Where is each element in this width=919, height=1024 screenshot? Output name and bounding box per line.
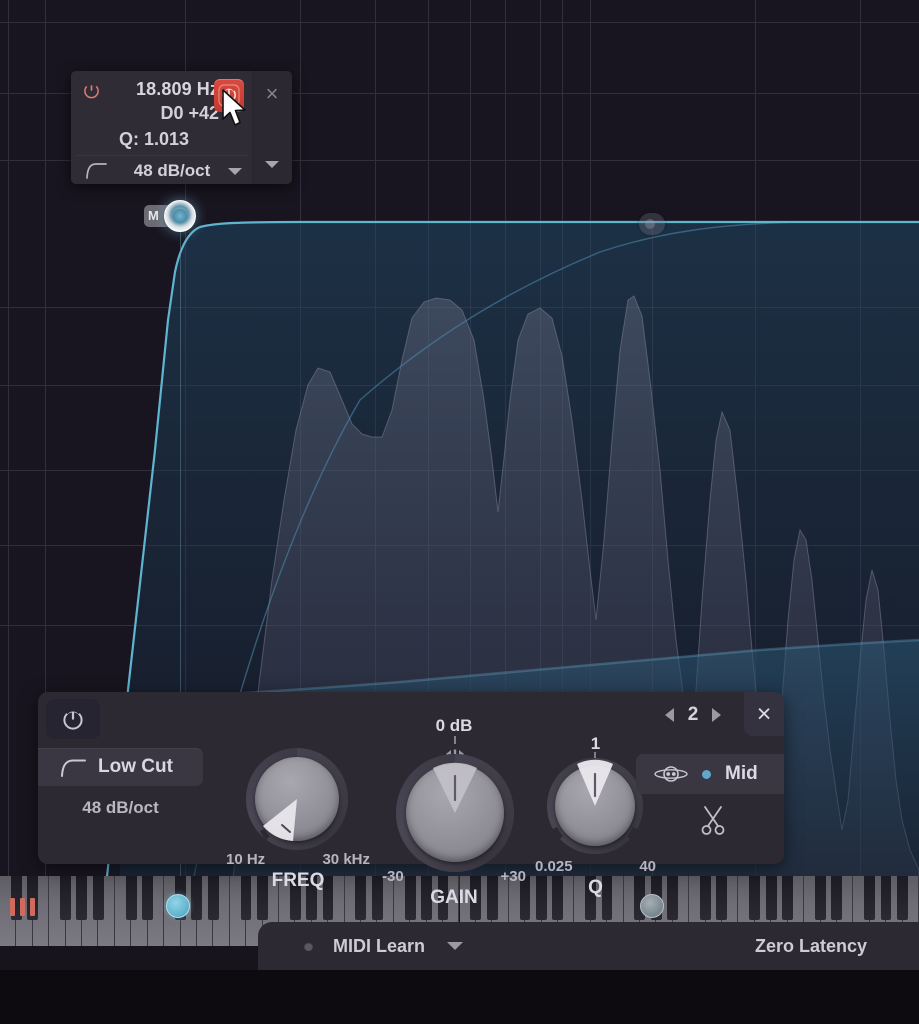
piano-black-key[interactable] xyxy=(142,876,153,920)
footer-bar: MIDI Learn Zero Latency xyxy=(258,922,919,970)
stereo-placement-button[interactable]: Mid xyxy=(636,754,784,794)
piano-black-key[interactable] xyxy=(782,876,793,920)
plugin-window: M 18.809 Hz D0 +42 Q: 1.013 48 dB/oct × … xyxy=(0,0,919,1024)
next-band-button[interactable] xyxy=(712,708,722,722)
band-note-value: D0 +42 xyxy=(160,103,219,123)
close-band-button[interactable]: × xyxy=(744,692,784,736)
midi-learn-label[interactable]: MIDI Learn xyxy=(333,936,425,957)
gain-knob[interactable] xyxy=(396,754,514,872)
band-frequency-value[interactable]: 18.809 Hz xyxy=(71,79,219,100)
piano-black-key[interactable] xyxy=(897,876,908,920)
q-min-label: 0.025 xyxy=(535,858,573,875)
freq-knob-group: 10 Hz 30 kHz FREQ xyxy=(218,748,378,891)
piano-black-key[interactable] xyxy=(125,876,137,920)
gain-knob-indicator xyxy=(433,762,477,813)
filter-shape-label: Low Cut xyxy=(98,756,173,777)
q-max-label: 40 xyxy=(639,858,656,875)
stereo-active-dot xyxy=(702,769,711,779)
band-slope-row[interactable]: 48 dB/oct xyxy=(71,157,253,183)
low-cut-shape-icon xyxy=(85,161,107,179)
band-navigator: 2 xyxy=(648,700,738,730)
midi-activity-marker xyxy=(30,898,35,916)
popup-divider xyxy=(77,155,247,156)
q-title: Q xyxy=(588,877,603,898)
band-popup-side: × xyxy=(253,71,292,184)
stereo-placement-label: Mid xyxy=(725,763,758,784)
freq-knob-indicator xyxy=(259,799,297,841)
band-slope-value: 48 dB/oct xyxy=(133,161,211,180)
gain-min-label: -30 xyxy=(382,868,404,885)
latency-label[interactable]: Zero Latency xyxy=(755,936,867,957)
gain-value[interactable]: 0 dB xyxy=(368,716,540,736)
scissors-icon[interactable] xyxy=(698,804,728,841)
freq-min-label: 10 Hz xyxy=(226,851,266,868)
gain-range-labels: -30 +30 xyxy=(368,868,540,885)
piano-black-key[interactable] xyxy=(749,876,761,920)
piano-black-key[interactable] xyxy=(207,876,219,920)
q-knob-indicator xyxy=(552,759,638,840)
filter-slope-label[interactable]: 48 dB/oct xyxy=(38,798,203,818)
piano-black-key[interactable] xyxy=(716,876,728,920)
piano-black-key[interactable] xyxy=(765,876,777,920)
q-range-labels: 0.025 40 xyxy=(533,858,658,875)
piano-black-key[interactable] xyxy=(60,876,71,920)
stereo-placement-icon xyxy=(654,765,688,783)
q-value[interactable]: 1 xyxy=(533,734,658,754)
low-cut-shape-icon xyxy=(60,757,86,777)
freq-title: FREQ xyxy=(271,870,325,891)
piano-black-key[interactable] xyxy=(880,876,892,920)
piano-black-key[interactable] xyxy=(92,876,104,920)
midi-activity-marker xyxy=(20,898,25,916)
band-handle-2[interactable] xyxy=(639,213,665,235)
mouse-cursor xyxy=(221,89,251,134)
gain-knob-group: 0 dB -30 +30 GAIN xyxy=(368,716,540,908)
freq-max-label: 30 kHz xyxy=(322,851,370,868)
midi-indicator-dot xyxy=(304,941,313,951)
piano-black-key[interactable] xyxy=(814,876,826,920)
band-handle-1[interactable] xyxy=(164,200,196,232)
band-power-button[interactable] xyxy=(46,699,100,739)
band-handle-1-dot xyxy=(173,209,187,223)
piano-black-key[interactable] xyxy=(667,876,679,920)
midi-activity-marker xyxy=(10,898,15,916)
keyboard-band-marker[interactable] xyxy=(166,894,190,918)
piano-black-key[interactable] xyxy=(76,876,88,920)
band-number: 2 xyxy=(687,704,699,725)
freq-range-labels: 10 Hz 30 kHz xyxy=(218,851,378,868)
piano-black-key[interactable] xyxy=(700,876,711,920)
close-icon[interactable]: × xyxy=(261,83,283,106)
filter-shape-button[interactable]: Low Cut xyxy=(38,748,203,786)
band-parameter-popup[interactable]: 18.809 Hz D0 +42 Q: 1.013 48 dB/oct × xyxy=(71,71,292,184)
piano-black-key[interactable] xyxy=(864,876,876,920)
gain-title: GAIN xyxy=(430,887,478,908)
chevron-down-icon[interactable] xyxy=(447,942,464,950)
piano-black-key[interactable] xyxy=(831,876,843,920)
chevron-down-icon[interactable] xyxy=(228,168,242,175)
piano-black-key[interactable] xyxy=(191,876,203,920)
band-handle-2-dot xyxy=(645,219,655,229)
previous-band-button[interactable] xyxy=(664,708,674,722)
window-bottom-bar xyxy=(0,970,919,1024)
freq-knob[interactable] xyxy=(246,748,348,850)
q-knob[interactable] xyxy=(547,758,643,854)
gain-max-label: +30 xyxy=(500,868,526,885)
band-q-value[interactable]: Q: 1.013 xyxy=(71,129,237,150)
band-controls-panel: Low Cut 48 dB/oct 10 Hz 30 kHz FREQ 0 dB… xyxy=(38,692,784,908)
popup-expand-chevron-down-icon[interactable] xyxy=(265,161,279,168)
